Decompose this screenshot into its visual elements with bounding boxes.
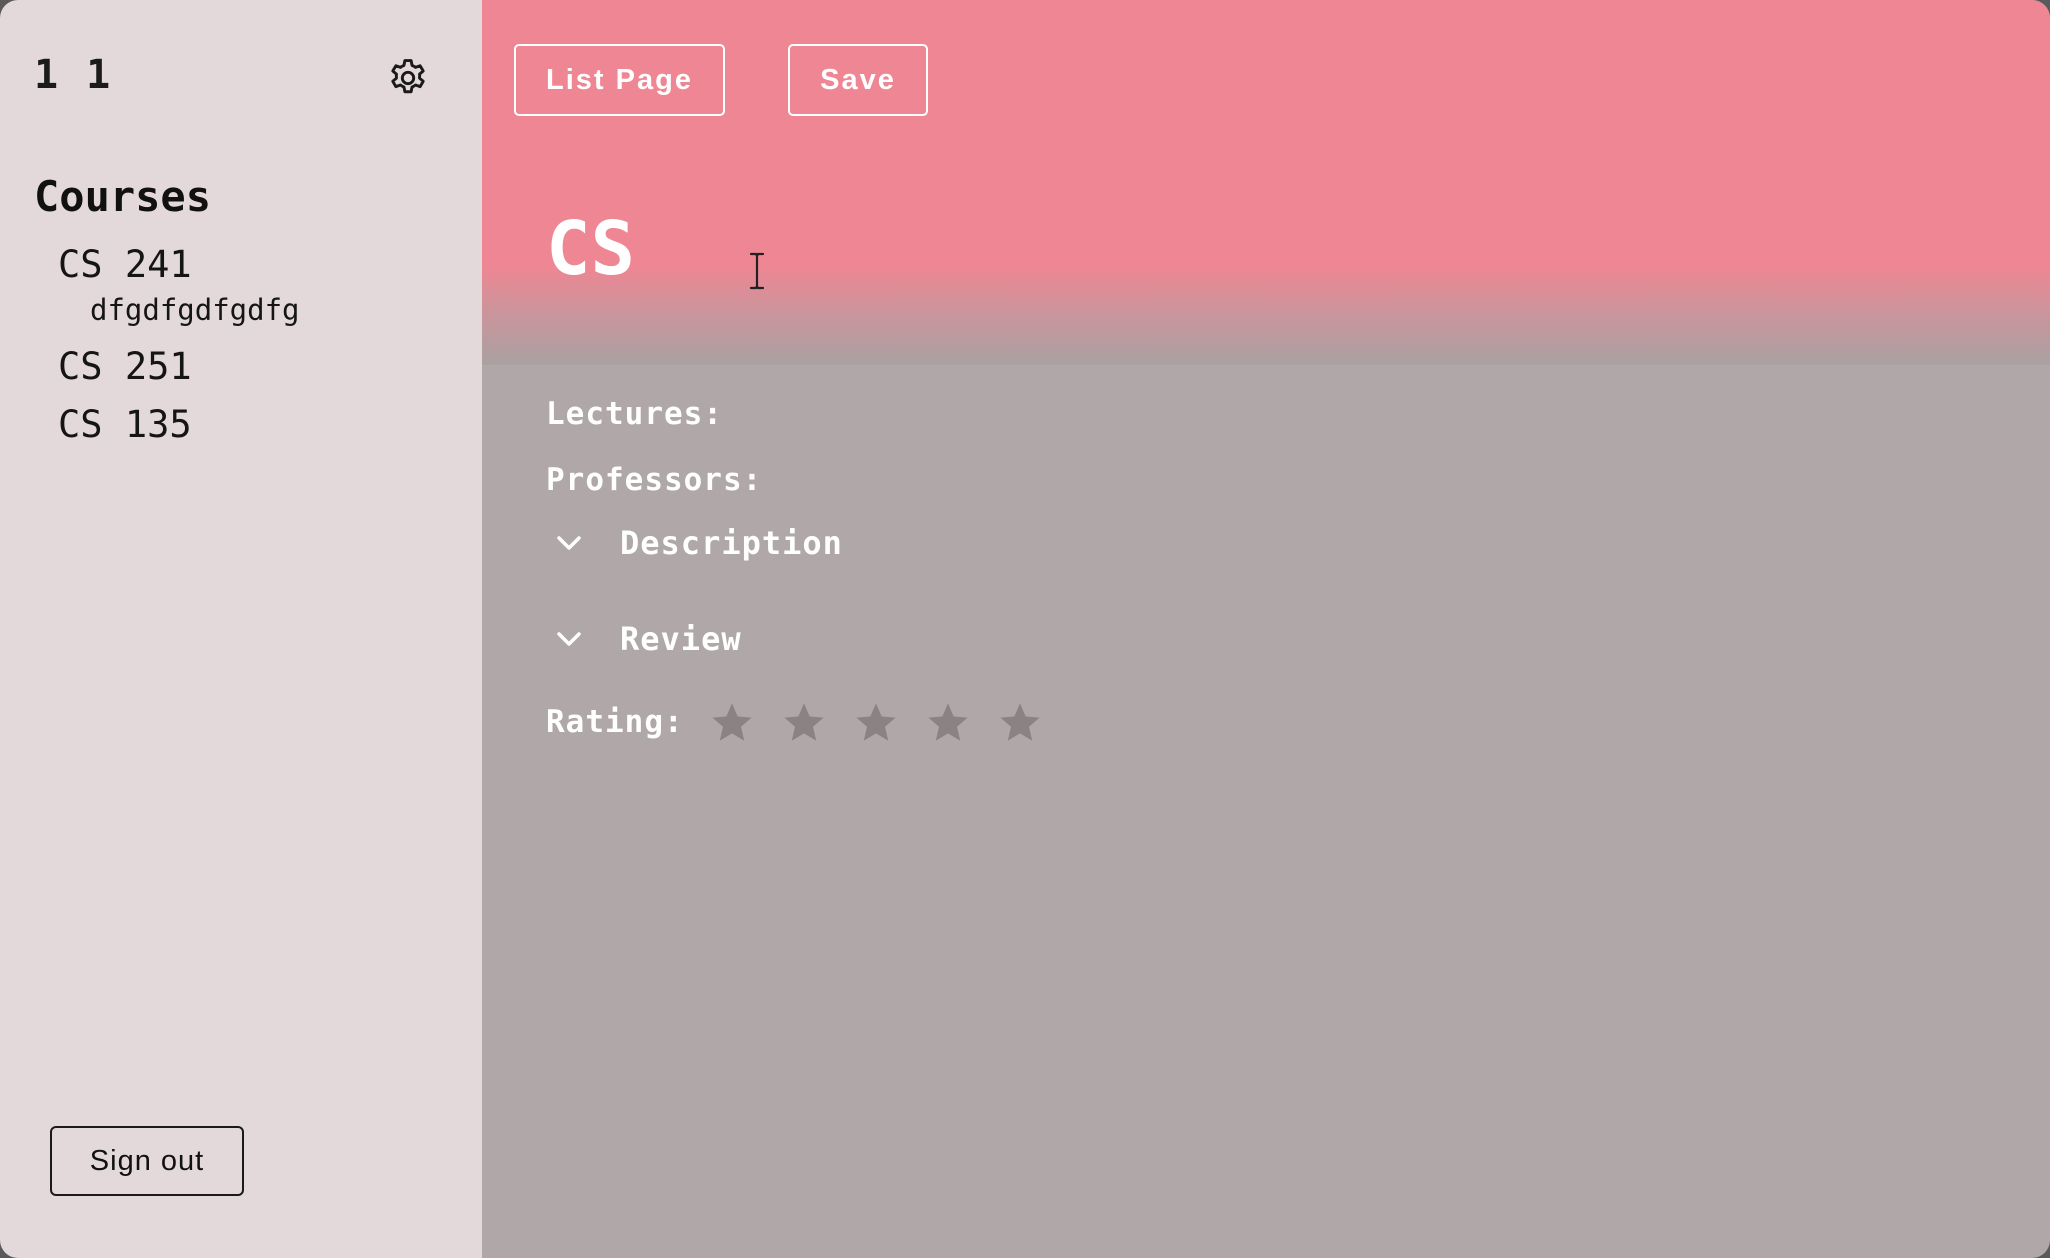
star-icon[interactable] bbox=[998, 700, 1042, 744]
course-item-cs251[interactable]: CS 251 bbox=[58, 342, 300, 392]
courses-heading: Courses bbox=[34, 172, 212, 221]
gear-icon bbox=[391, 59, 425, 94]
course-subtitle: dfgdfgdfgdfg bbox=[90, 293, 300, 327]
list-page-button[interactable]: List Page bbox=[514, 44, 725, 116]
course-code: CS 251 bbox=[58, 345, 192, 388]
review-label: Review bbox=[620, 620, 742, 658]
chevron-down-icon bbox=[557, 536, 581, 550]
sign-out-button[interactable]: Sign out bbox=[50, 1126, 244, 1196]
main-panel: List Page Save CS Lectures: Professors: … bbox=[482, 0, 2050, 1258]
rating-row: Rating: bbox=[546, 700, 1070, 744]
star-icon[interactable] bbox=[710, 700, 754, 744]
course-code: CS 135 bbox=[58, 403, 192, 446]
star-icon[interactable] bbox=[926, 700, 970, 744]
course-item-cs135[interactable]: CS 135 bbox=[58, 400, 300, 450]
course-item-cs241[interactable]: CS 241 dfgdfgdfgdfg bbox=[58, 240, 300, 330]
review-accordion[interactable]: Review bbox=[556, 620, 742, 658]
lectures-label: Lectures: bbox=[546, 396, 723, 432]
description-label: Description bbox=[620, 524, 843, 562]
course-title-input[interactable]: CS bbox=[546, 212, 635, 286]
description-accordion[interactable]: Description bbox=[556, 524, 843, 562]
course-list: CS 241 dfgdfgdfgdfg CS 251 CS 135 bbox=[58, 240, 300, 450]
text-cursor-icon bbox=[749, 252, 765, 290]
professors-label: Professors: bbox=[546, 462, 763, 498]
save-button[interactable]: Save bbox=[788, 44, 928, 116]
course-code: CS 241 bbox=[58, 243, 192, 286]
user-name: 1 1 bbox=[34, 52, 113, 98]
sidebar: 1 1 Courses CS 241 dfgdfgdfgdfg CS 251 C… bbox=[0, 0, 482, 1258]
rating-label: Rating: bbox=[546, 704, 684, 740]
star-icon[interactable] bbox=[782, 700, 826, 744]
star-icon[interactable] bbox=[854, 700, 898, 744]
app-window: 1 1 Courses CS 241 dfgdfgdfgdfg CS 251 C… bbox=[0, 0, 2050, 1258]
chevron-down-icon bbox=[557, 632, 581, 646]
settings-button[interactable] bbox=[386, 56, 430, 100]
